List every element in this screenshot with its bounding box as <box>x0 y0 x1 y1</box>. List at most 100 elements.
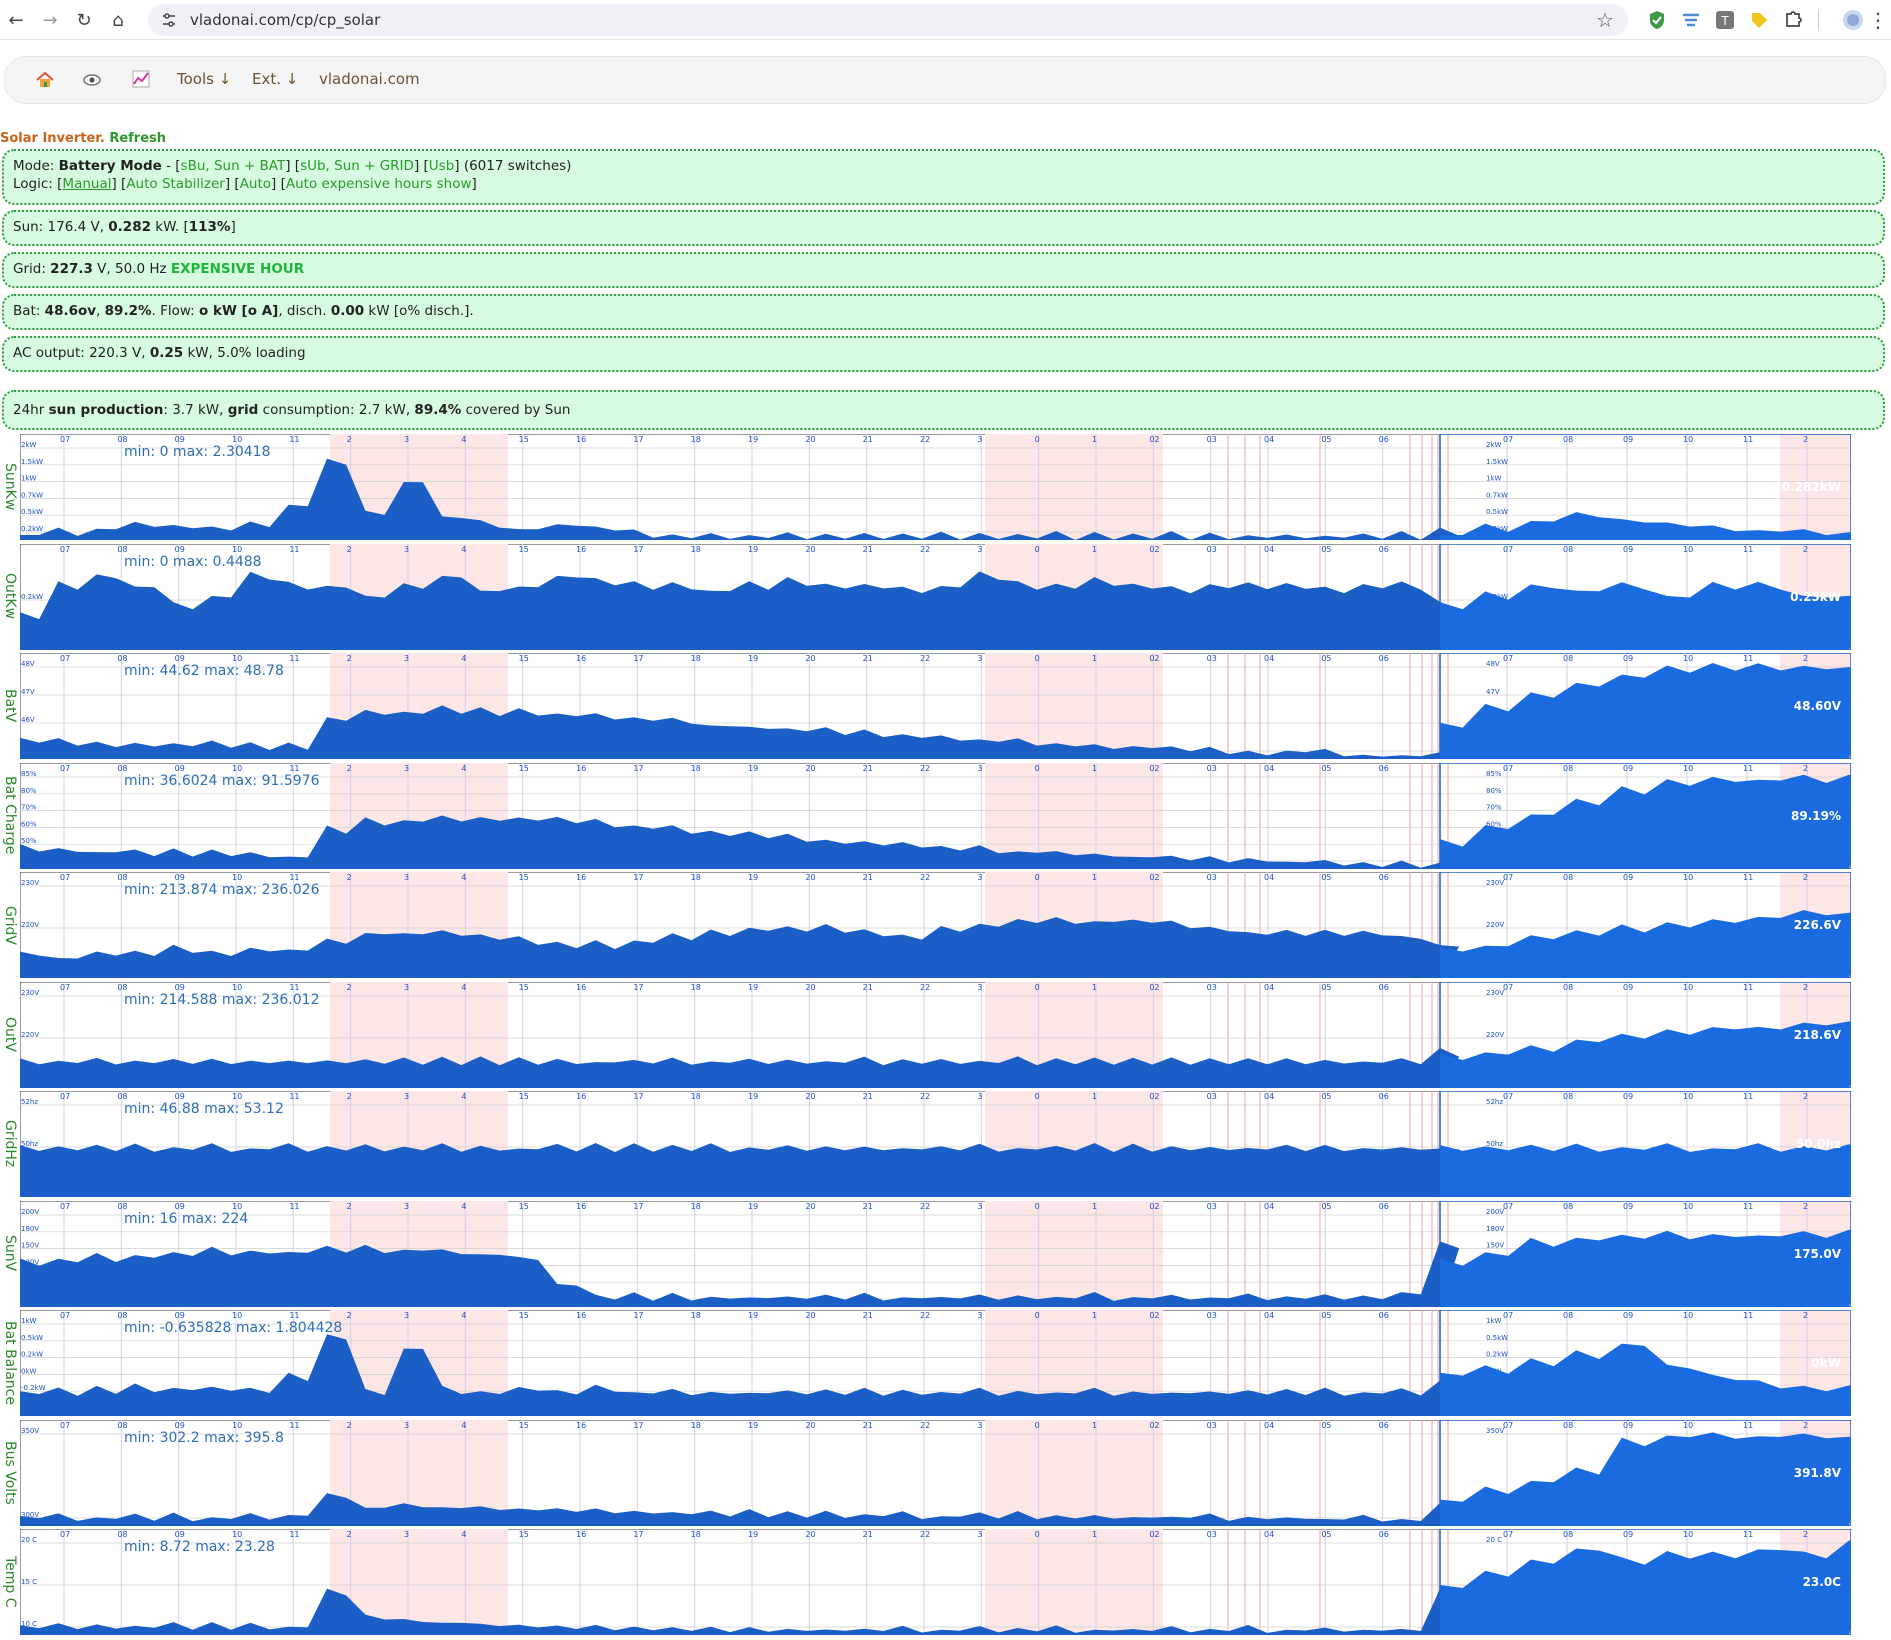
hour-tick: 4 <box>461 1202 466 1211</box>
hour-tick: 21 <box>863 654 873 663</box>
hour-tick: 0 <box>1035 545 1040 554</box>
hour-tick: 18 <box>691 1311 701 1320</box>
mode-sbu-link[interactable]: sBu, Sun + BAT <box>181 158 286 174</box>
logic-manual-link[interactable]: Manual <box>62 176 111 192</box>
hour-tick: 2 <box>1803 654 1808 663</box>
menu-tools[interactable]: Tools ↓ <box>177 70 231 88</box>
hour-tick: 09 <box>175 873 185 882</box>
hour-tick: 3 <box>977 545 982 554</box>
hour-tick: 3 <box>977 764 982 773</box>
tag-extension-icon[interactable] <box>1748 9 1770 31</box>
hour-tick: 19 <box>748 1530 758 1539</box>
back-icon[interactable]: ← <box>2 6 30 34</box>
site-settings-icon[interactable] <box>160 11 178 29</box>
puzzle-extension-icon[interactable] <box>1782 9 1804 31</box>
logic-expensive-link[interactable]: Auto expensive hours show <box>286 176 472 192</box>
chart-bus-volts: 07 08 09 10 11 2 3 4 15 16 17 18 19 20 21 22 3 0 1 02 03 04 05… <box>20 1419 1851 1526</box>
bookmark-star-icon[interactable]: ☆ <box>1596 8 1614 32</box>
sun-pct: 113% <box>188 219 231 235</box>
forward-icon[interactable]: → <box>36 6 64 34</box>
mode-usb-link[interactable]: Usb <box>429 158 454 174</box>
hour-tick: 02 <box>1149 654 1159 663</box>
sun-box: Sun: 176.4 V, 0.282 kW. [113%] <box>2 210 1885 246</box>
hour-tick: 02 <box>1149 764 1159 773</box>
text-extension-icon[interactable]: T <box>1714 9 1736 31</box>
shield-extension-icon[interactable] <box>1646 9 1668 31</box>
hour-tick: 05 <box>1321 873 1331 882</box>
hour-tick: 15 <box>519 983 529 992</box>
chart-bat-balance: 07 08 09 10 11 2 3 4 15 16 17 18 19 20 21 22 3 0 1 02 03 04 05… <box>20 1310 1851 1416</box>
translate-extension-icon[interactable] <box>1680 9 1702 31</box>
eye-icon[interactable] <box>83 72 101 88</box>
chart-minmax: min: 16 max: 224 <box>124 1211 248 1227</box>
hour-tick: 0 <box>1035 983 1040 992</box>
hour-tick: 3 <box>977 873 982 882</box>
chart-current-value: 23.0C <box>1803 1575 1842 1589</box>
series-right <box>1440 1143 1851 1197</box>
hour-tick: 16 <box>576 983 586 992</box>
logic-stabilizer-link[interactable]: Auto Stabilizer <box>126 176 225 192</box>
ytick-label-right: 1kW <box>1486 475 1502 483</box>
chart-current-value: 48.60V <box>1794 699 1842 713</box>
hour-tick: 09 <box>175 435 185 444</box>
ytick-label-left: 46V <box>21 716 35 724</box>
hour-tick: 0 <box>1035 654 1040 663</box>
refresh-link[interactable]: Refresh <box>109 131 166 146</box>
hour-tick: 08 <box>117 654 127 663</box>
hour-tick: 21 <box>863 764 873 773</box>
hour-tick: 07 <box>1503 1202 1513 1211</box>
hour-tick: 02 <box>1149 1092 1159 1101</box>
hour-tick: 2 <box>347 1530 352 1539</box>
hour-tick: 2 <box>347 764 352 773</box>
hour-tick: 3 <box>404 764 409 773</box>
battery-box: Bat: 48.6ov, 89.2%. Flow: o kW [o A], di… <box>2 294 1885 330</box>
grid-label: Grid: <box>13 261 51 277</box>
hour-tick: 06 <box>1379 1311 1389 1320</box>
hour-tick: 07 <box>1503 545 1513 554</box>
hour-tick: 11 <box>289 764 299 773</box>
chart-ylabel-4: GridV <box>2 905 18 945</box>
hour-tick: 3 <box>977 983 982 992</box>
hour-tick: 17 <box>633 1530 643 1539</box>
hour-tick: 20 <box>805 873 815 882</box>
hour-tick: 20 <box>805 1202 815 1211</box>
menu-site-link[interactable]: vladonai.com <box>319 70 420 88</box>
hour-tick: 07 <box>60 1530 70 1539</box>
hour-tick: 3 <box>977 1421 982 1430</box>
hour-tick: 21 <box>863 1421 873 1430</box>
sun-kw: 0.282 <box>108 219 151 235</box>
hour-tick: 0 <box>1035 1421 1040 1430</box>
house-icon[interactable] <box>35 70 55 90</box>
browser-menu-icon[interactable]: ⋮ <box>1864 6 1891 34</box>
hour-tick: 4 <box>461 545 466 554</box>
title-text: Solar Inverter. <box>0 131 105 146</box>
hour-tick: 2 <box>1803 764 1808 773</box>
hour-tick: 04 <box>1264 1202 1274 1211</box>
hour-tick: 18 <box>691 435 701 444</box>
ytick-label-left: 150V <box>21 1241 39 1249</box>
hour-tick: 06 <box>1379 654 1389 663</box>
mode-sub-link[interactable]: sUb, Sun + GRID <box>300 158 414 174</box>
hour-tick: 10 <box>1683 1311 1693 1320</box>
hour-tick: 11 <box>1743 764 1753 773</box>
address-bar[interactable]: vladonai.com/cp/cp_solar ☆ <box>148 4 1628 36</box>
logic-auto-link[interactable]: Auto <box>240 176 271 192</box>
hour-tick: 09 <box>175 1530 185 1539</box>
browser-home-icon[interactable]: ⌂ <box>104 6 132 34</box>
charts-panel: SunKw 07 08 09 10 11 2 3 4 15 16 17 18 19 20 21 22 3 0 1 02 0… <box>0 434 1891 1635</box>
day-pre: 24hr <box>13 402 49 418</box>
ytick-label-left: 1kW <box>21 475 37 483</box>
hour-tick: 15 <box>519 1530 529 1539</box>
chart-icon[interactable] <box>131 69 151 89</box>
ytick-label-left: 85% <box>21 770 37 778</box>
ytick-label-left: -0.2kW <box>21 1384 46 1392</box>
hour-tick: 08 <box>117 1530 127 1539</box>
hour-tick: 07 <box>60 654 70 663</box>
menu-ext[interactable]: Ext. ↓ <box>252 70 298 88</box>
reload-icon[interactable]: ↻ <box>70 6 98 34</box>
hour-tick: 3 <box>977 1202 982 1211</box>
hour-tick: 21 <box>863 1092 873 1101</box>
chart-current-value: 391.8V <box>1794 1466 1842 1480</box>
expensive-period-band <box>985 1529 1163 1635</box>
profile-avatar-icon[interactable] <box>1842 9 1864 31</box>
